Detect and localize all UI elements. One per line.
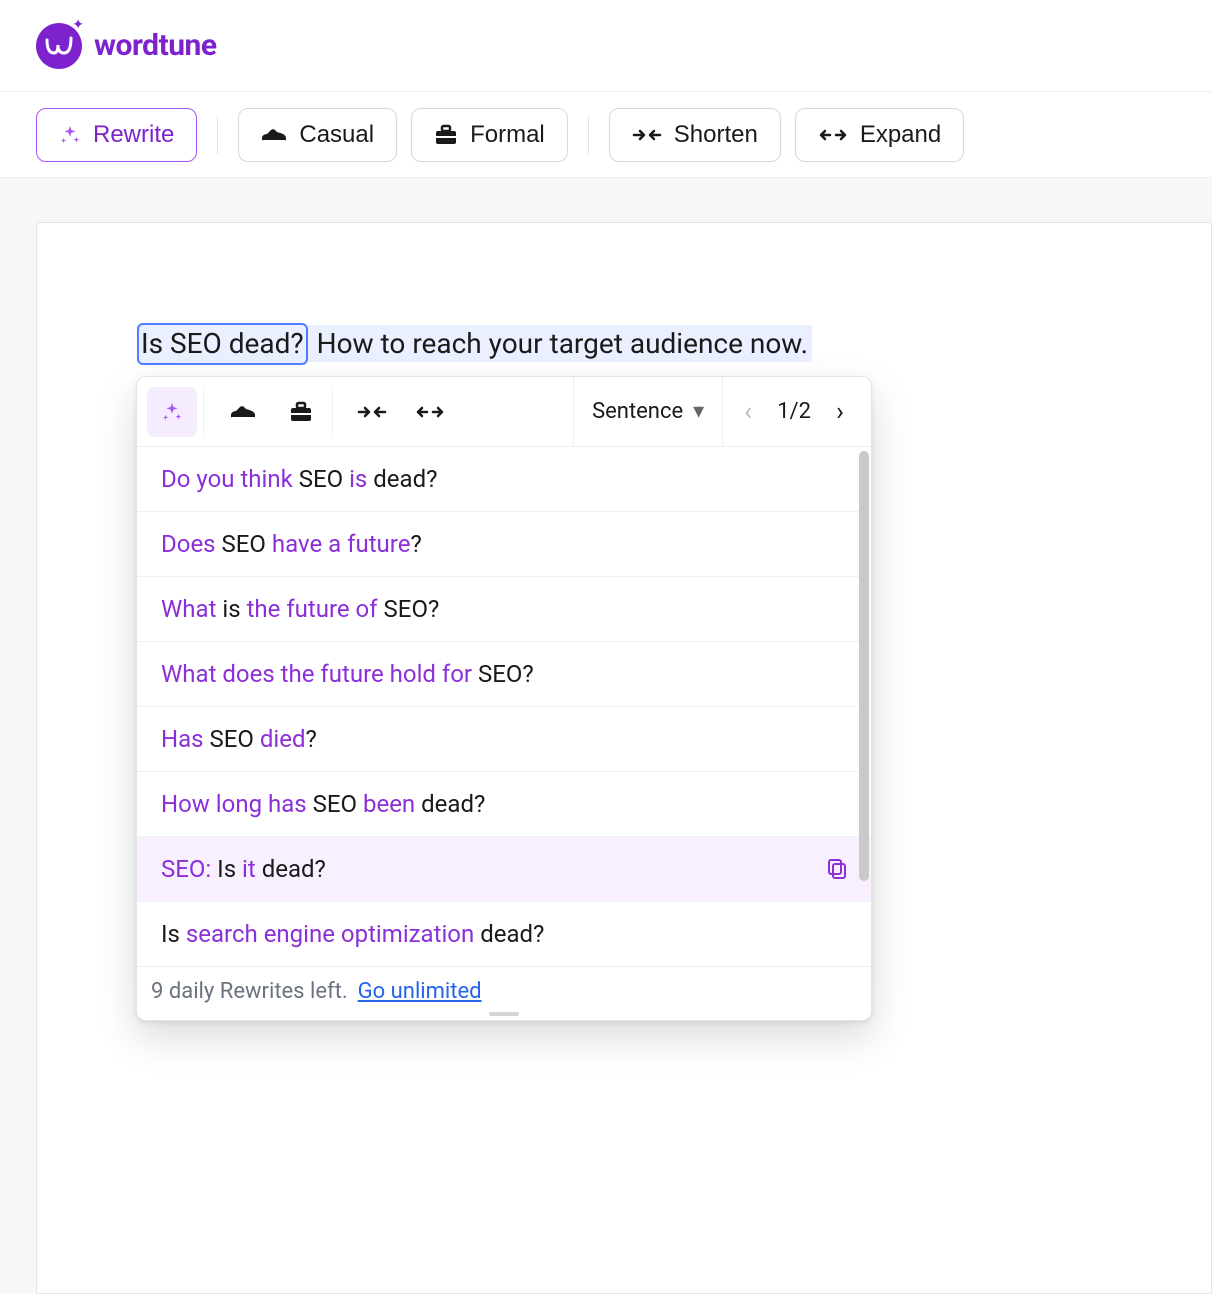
rewrite-mode-button[interactable] [147,387,197,437]
expand-mode-button[interactable] [405,387,455,437]
divider [203,390,204,434]
suggestion-item[interactable]: Do you think SEO is dead? [137,447,871,512]
pager: ‹ 1/2 › [722,377,871,447]
suggestion-item[interactable]: What does the future hold for SEO? [137,642,871,707]
arrows-in-icon [357,403,387,421]
suggestion-text: Do you think SEO is dead? [161,465,437,493]
page-indicator: 1/2 [777,399,811,424]
casual-label: Casual [299,121,374,149]
divider [332,390,333,434]
brand-name: wordtune [94,28,217,63]
formal-label: Formal [470,121,545,149]
shorten-button[interactable]: Shorten [609,108,781,162]
shorten-mode-button[interactable] [347,387,397,437]
suggestion-item[interactable]: What is the future of SEO? [137,577,871,642]
rewrite-label: Rewrite [93,121,174,149]
rewrites-remaining-text: 9 daily Rewrites left. [151,979,348,1004]
briefcase-icon [434,124,458,146]
divider [217,116,218,154]
suggestion-item[interactable]: Does SEO have a future? [137,512,871,577]
suggestion-item[interactable]: How long has SEO been dead? [137,772,871,837]
sneaker-icon [261,125,287,145]
scope-dropdown[interactable]: Sentence ▾ [573,377,722,447]
brand-logo[interactable]: ✦ wordtune [36,23,217,69]
app-header: ✦ wordtune [0,0,1212,92]
mode-toolbar: Rewrite Casual Formal Shorten Expand [0,92,1212,178]
next-page-button[interactable]: › [829,397,851,427]
suggestion-text: Is search engine optimization dead? [161,920,544,948]
sneaker-icon [230,402,256,422]
scrollbar-thumb[interactable] [859,451,869,881]
casual-mode-button[interactable] [218,387,268,437]
expand-button[interactable]: Expand [795,108,964,162]
suggestion-list: Do you think SEO is dead? Does SEO have a… [137,447,871,966]
caret-down-icon: ▾ [693,399,704,424]
suggestion-item[interactable]: SEO: Is it dead? [137,837,871,902]
suggestion-item[interactable]: Has SEO died? [137,707,871,772]
briefcase-icon [289,401,313,423]
prev-page-button[interactable]: ‹ [737,397,759,427]
resize-handle[interactable] [489,1012,519,1016]
sparkle-icon [59,124,81,146]
rewrite-button[interactable]: Rewrite [36,108,197,162]
arrows-out-icon [818,126,848,144]
formal-button[interactable]: Formal [411,108,568,162]
selected-text[interactable]: Is SEO dead? [137,323,308,365]
suggestion-text: What is the future of SEO? [161,595,439,623]
trailing-text[interactable]: How to reach your target audience now. [308,325,812,362]
casual-button[interactable]: Casual [238,108,397,162]
go-unlimited-link[interactable]: Go unlimited [358,979,482,1004]
brand-glyph-icon [43,30,75,62]
popover-toolbar: Sentence ▾ ‹ 1/2 › [137,377,871,447]
scope-label: Sentence [592,399,683,424]
brand-mark: ✦ [36,23,82,69]
suggestion-text: Does SEO have a future? [161,530,422,558]
popover-footer: 9 daily Rewrites left. Go unlimited [137,966,871,1020]
editor-text-line[interactable]: Is SEO dead? How to reach your target au… [137,323,1211,365]
suggestion-text: SEO: Is it dead? [161,855,326,883]
arrows-in-icon [632,126,662,144]
suggestions-popover: Sentence ▾ ‹ 1/2 › Do you think SEO is d… [136,376,872,1021]
arrows-out-icon [415,403,445,421]
suggestion-text: What does the future hold for SEO? [161,660,534,688]
suggestion-text: Has SEO died? [161,725,317,753]
formal-mode-button[interactable] [276,387,326,437]
suggestion-text: How long has SEO been dead? [161,790,485,818]
sparkle-icon: ✦ [72,17,84,33]
divider [588,116,589,154]
sparkle-icon [161,401,183,423]
shorten-label: Shorten [674,121,758,149]
suggestion-item[interactable]: Is search engine optimization dead? [137,902,871,966]
copy-icon[interactable] [827,858,847,880]
expand-label: Expand [860,121,941,149]
